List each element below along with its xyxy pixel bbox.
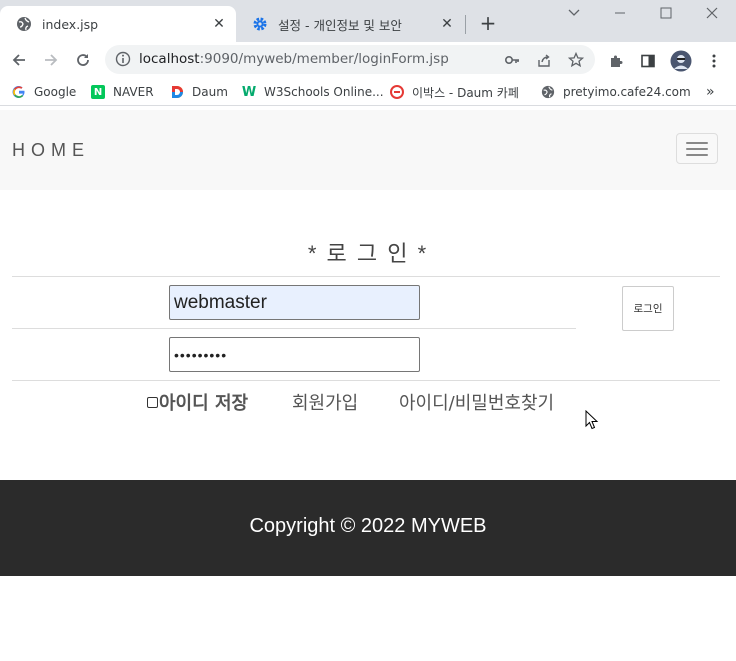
bookmarks-bar: Google N NAVER Daum W W3Schools Online..… [0,78,736,106]
back-icon[interactable] [8,49,30,71]
google-icon [12,85,26,99]
login-title: * 로 그 인 * [307,241,429,266]
id-input[interactable] [169,285,420,320]
url-path: :9090/myweb/member/loginForm.jsp [199,51,449,67]
share-icon[interactable] [535,51,553,69]
tab-separator [465,15,466,34]
table-border [12,276,720,277]
url-host: localhost [139,51,200,67]
bookmark-pretyimo[interactable]: pretyimo.cafe24.com [541,83,691,101]
bookmark-label: 이박스 - Daum 카페 [412,85,519,100]
address-bar[interactable]: localhost:9090/myweb/member/loginForm.js… [105,45,595,74]
more-menu-icon[interactable] [705,52,723,70]
star-icon[interactable] [567,51,585,69]
puzzle-icon[interactable] [607,52,625,70]
daum-icon [170,85,184,99]
password-mask: ••••••••• [174,346,228,363]
minimize-icon[interactable] [608,4,632,22]
bookmark-daum[interactable]: Daum [170,83,228,101]
bookmark-label: Google [34,85,77,99]
table-border [12,328,576,329]
key-icon[interactable] [503,51,521,69]
tab-title: 설정 - 개인정보 및 보안 [278,17,402,33]
password-input[interactable]: ••••••••• [169,337,420,372]
bookmark-w3schools[interactable]: W W3Schools Online... [242,83,384,101]
more-bookmarks-button[interactable]: » [706,83,715,101]
reload-icon[interactable] [72,49,94,71]
forward-icon[interactable] [40,49,62,71]
hamburger-bar [686,148,708,150]
bookmark-ebox[interactable]: 이박스 - Daum 카페 [390,83,519,101]
remember-id-label: 아이디 저장 [159,393,249,414]
bookmark-label: NAVER [113,85,154,99]
bookmark-naver[interactable]: N NAVER [91,83,154,101]
mouse-cursor-icon [585,409,599,434]
address-url[interactable]: localhost:9090/myweb/member/loginForm.js… [139,51,449,67]
bookmark-label: Daum [192,85,228,99]
copyright-text: Copyright © 2022 MYWEB [249,515,487,537]
bookmark-google[interactable]: Google [12,83,76,101]
remember-id-checkbox[interactable] [147,396,158,408]
table-border [12,380,720,381]
hamburger-bar [686,154,708,156]
naver-icon: N [91,85,105,99]
tab-title: index.jsp [42,16,99,32]
chevron-down-icon[interactable] [562,4,586,22]
side-panel-icon[interactable] [639,52,657,70]
window-close-icon[interactable] [700,4,724,22]
remember-id[interactable]: 아이디 저장 [147,390,248,414]
navbar: HOME [0,110,736,190]
tab-settings[interactable]: 설정 - 개인정보 및 보안 ✕ [236,6,464,42]
browser-toolbar: localhost:9090/myweb/member/loginForm.js… [0,42,736,78]
tab-strip: index.jsp ✕ 설정 - 개인정보 및 보안 ✕ + [0,0,736,42]
menu-toggle-button[interactable] [676,133,718,164]
new-tab-button[interactable]: + [477,11,499,35]
bookmark-label: W3Schools Online... [264,85,384,99]
hamburger-icon [686,142,708,144]
gear-icon [252,16,268,32]
signup-link[interactable]: 회원가입 [292,390,358,414]
tab-index[interactable]: index.jsp ✕ [0,6,236,42]
globe-icon [541,85,555,99]
globe-icon [16,16,32,32]
maximize-icon[interactable] [654,4,678,22]
ebox-icon [390,85,404,99]
find-account-link[interactable]: 아이디/비밀번호찾기 [399,390,554,414]
avatar[interactable] [670,50,692,72]
w3schools-icon: W [241,84,257,100]
bookmark-label: pretyimo.cafe24.com [563,85,691,99]
close-icon[interactable]: ✕ [210,15,228,33]
info-icon[interactable] [115,51,131,67]
login-button[interactable]: 로그인 [622,286,674,331]
close-icon[interactable]: ✕ [438,15,456,33]
brand-home-link[interactable]: HOME [12,140,90,161]
